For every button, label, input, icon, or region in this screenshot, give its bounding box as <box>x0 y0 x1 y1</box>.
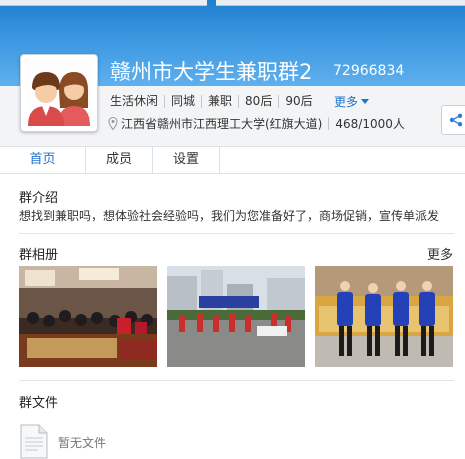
group-number: 72966834 <box>333 63 405 79</box>
files-title: 群文件 <box>19 396 59 411</box>
files-empty-text: 暂无文件 <box>58 436 107 450</box>
tab-home[interactable]: 首页 <box>0 147 86 173</box>
share-icon <box>449 113 463 127</box>
album-title: 群相册 <box>19 248 59 263</box>
tag-item[interactable]: 同城 <box>164 94 201 108</box>
divider <box>19 233 454 234</box>
tab-members[interactable]: 成员 <box>86 147 153 173</box>
location-row: 江西省赣州市江西理工大学(红旗大道) 468/1000人 <box>108 115 405 132</box>
top-strip-left <box>0 0 207 6</box>
album-photo-image <box>315 266 453 367</box>
top-strip <box>0 0 465 8</box>
tag-item[interactable]: 兼职 <box>201 94 238 108</box>
album-more-link[interactable]: 更多 <box>427 244 453 263</box>
album-photo-3[interactable] <box>315 266 453 367</box>
album-photo-2[interactable] <box>167 266 305 367</box>
tab-bar: 首页 成员 设置 <box>0 146 465 174</box>
share-button[interactable] <box>441 105 465 135</box>
tag-item[interactable]: 生活休闲 <box>110 94 164 108</box>
location-pin-icon <box>108 117 118 130</box>
caret-down-icon <box>361 99 370 104</box>
album-photo-1[interactable] <box>19 266 157 367</box>
album-photo-image <box>167 266 305 367</box>
group-profile-window: { "header": { "name": "赣州市大学生兼职群2", "id"… <box>0 0 465 459</box>
group-name: 赣州市大学生兼职群2 <box>110 60 313 84</box>
album-photo-image <box>19 266 157 367</box>
group-avatar-image <box>26 60 92 126</box>
divider <box>19 380 454 381</box>
tag-list: 生活休闲 同城 兼职 80后 90后 <box>110 93 319 109</box>
group-avatar[interactable] <box>20 54 98 132</box>
tab-settings[interactable]: 设置 <box>153 147 220 173</box>
tag-item[interactable]: 90后 <box>278 94 318 108</box>
separator <box>328 117 330 130</box>
location-text[interactable]: 江西省赣州市江西理工大学(红旗大道) <box>121 115 322 132</box>
file-icon <box>20 424 48 459</box>
more-tags-label: 更多 <box>334 95 359 109</box>
top-strip-right <box>216 0 465 6</box>
intro-text: 想找到兼职吗，想体验社会经验吗，我们为您准备好了，商场促销，宣传单派发 <box>19 209 440 223</box>
member-count: 468/1000人 <box>335 117 405 131</box>
tag-item[interactable]: 80后 <box>238 94 278 108</box>
more-tags-button[interactable]: 更多 <box>334 93 370 110</box>
intro-title: 群介绍 <box>19 191 59 206</box>
